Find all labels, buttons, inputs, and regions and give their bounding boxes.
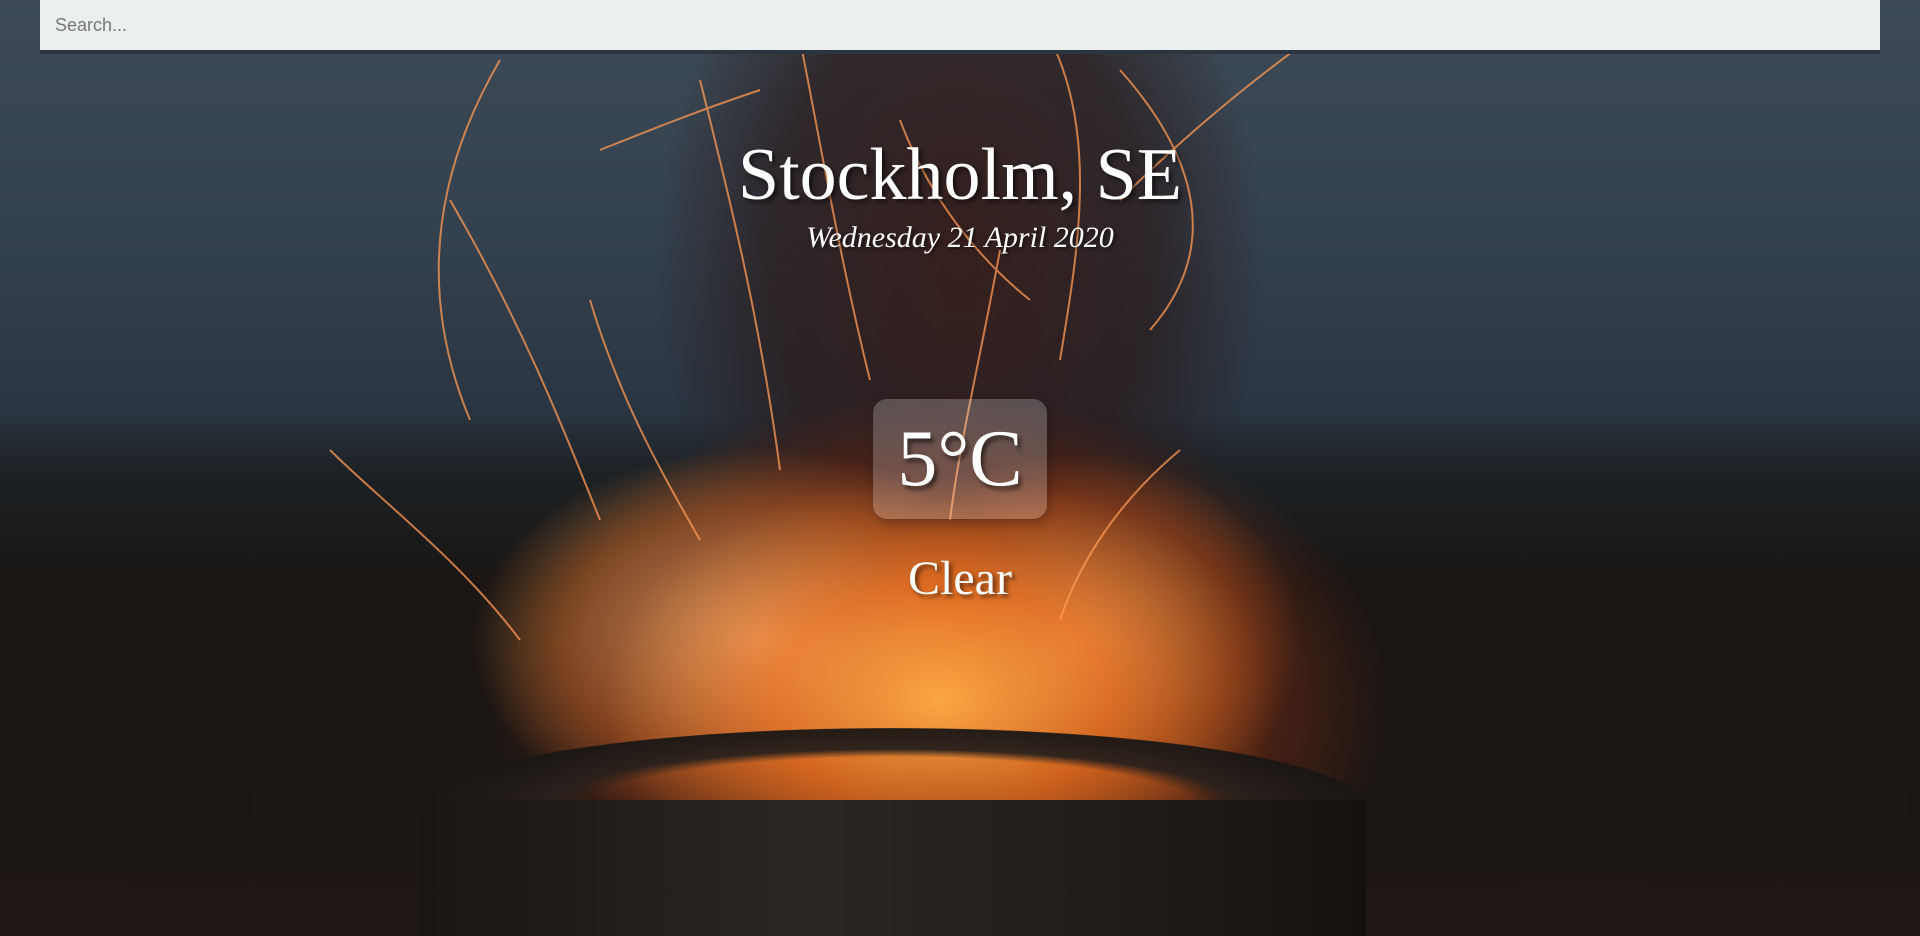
current-date: Wednesday 21 April 2020 xyxy=(806,221,1114,254)
temperature-value: 5°C xyxy=(897,415,1023,503)
temperature-box: 5°C xyxy=(873,399,1047,519)
search-input[interactable] xyxy=(40,0,1880,54)
weather-condition: Clear xyxy=(908,552,1012,605)
location-title: Stockholm, SE xyxy=(737,134,1183,216)
firepit-body-decoration xyxy=(420,800,1366,936)
